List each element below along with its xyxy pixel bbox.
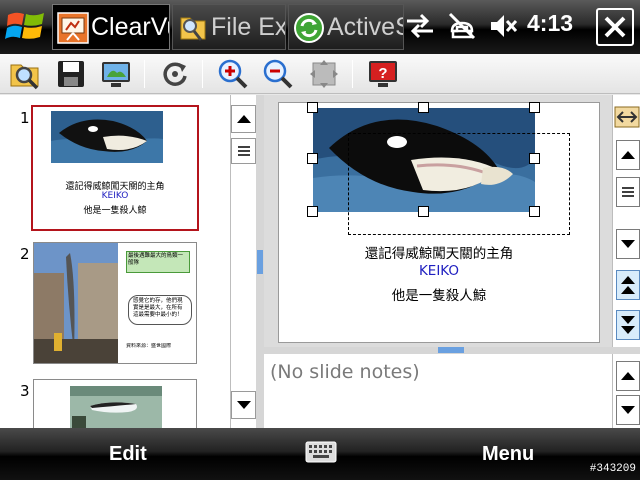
task-tab-label: File Exp <box>211 13 285 41</box>
toolbar-divider <box>352 60 353 88</box>
help-icon[interactable]: ? <box>366 57 400 91</box>
volume-muted-icon[interactable] <box>488 11 518 41</box>
slide-text: KEIKO <box>101 191 129 201</box>
scroll-thumb[interactable] <box>231 138 256 164</box>
resize-handle-n[interactable] <box>418 102 429 113</box>
sync-icon <box>294 13 324 43</box>
slide-thumbnail-1[interactable]: 還記得威鯨闖天關的主角 KEIKO 他是一隻殺人鯨 <box>31 105 199 231</box>
scroll-up-button[interactable] <box>231 105 256 133</box>
scroll-up-button[interactable] <box>616 140 640 170</box>
slide-thumbnail-list[interactable]: 1 還記得威鯨闖天關的主角 KEIKO 他是一隻殺人鯨 2 最後遇難最大的鳥類一… <box>0 95 230 428</box>
slide-speech-bubble: 感覺它的存，他們現實是是最大，在所有這最需要中最小的！ <box>128 295 192 325</box>
previous-slide-button[interactable] <box>616 270 640 300</box>
splitter-grip[interactable] <box>257 250 263 274</box>
task-tab-clearvu[interactable]: ClearVu <box>52 4 170 50</box>
resize-handle-ne[interactable] <box>529 102 540 113</box>
grip-icon <box>622 187 634 197</box>
windows-start-icon[interactable] <box>4 5 48 49</box>
clock[interactable]: 4:13 <box>527 10 573 37</box>
resize-handle-nw[interactable] <box>307 102 318 113</box>
arrow-down-icon <box>621 406 635 414</box>
slide-nav-icon[interactable] <box>614 104 640 130</box>
keyboard-icon[interactable] <box>305 441 337 463</box>
rotate-icon[interactable] <box>158 57 192 91</box>
toolbar: ? <box>0 54 640 94</box>
close-button[interactable] <box>596 8 634 46</box>
slide-list-scrollbar[interactable] <box>230 95 256 428</box>
folder-search-icon <box>180 17 206 41</box>
arrow-down-icon <box>621 240 635 248</box>
slide-number: 1 <box>20 109 30 127</box>
notes-scroll-down-button[interactable] <box>616 395 640 425</box>
task-tab-activesync[interactable]: ActiveS <box>288 4 404 50</box>
slide-title-text: 還記得威鯨闖天關的主角 <box>364 246 514 262</box>
toolbar-divider <box>144 60 145 88</box>
slide-number: 2 <box>20 245 30 263</box>
text-box-outline[interactable] <box>348 133 570 235</box>
scroll-down-button[interactable] <box>616 229 640 259</box>
edit-softkey[interactable]: Edit <box>109 443 147 466</box>
slideshow-icon[interactable] <box>99 57 133 91</box>
slide-notes-text[interactable]: (No slide notes) <box>270 361 420 383</box>
zoom-out-icon[interactable] <box>261 57 295 91</box>
slide-name-text: KEIKO <box>418 263 460 279</box>
slide-text: 他是一隻殺人鯨 <box>83 206 147 216</box>
task-tab-label: ClearVu <box>91 13 169 41</box>
slide-footer-text: 資料來源：盛世國際 <box>126 343 172 349</box>
orca-photo <box>51 111 163 163</box>
slide-thumbnail-2[interactable]: 最後遇難最大的鳥類一般隊 感覺它的存，他們現實是是最大，在所有這最需要中最小的！… <box>33 242 197 364</box>
arrow-up-icon <box>621 372 635 380</box>
arrow-up-icon <box>621 151 635 159</box>
scroll-down-button[interactable] <box>231 391 256 419</box>
fit-icon[interactable] <box>307 57 341 91</box>
slide-caption-text: 他是一隻殺人鯨 <box>391 288 487 304</box>
task-tab-label: ActiveS <box>327 13 404 41</box>
title-bar: ClearVu File Exp ActiveS <box>0 0 640 54</box>
watermark-text: #343209 <box>589 463 636 475</box>
slide-callout-box: 最後遇難最大的鳥類一般隊 <box>126 251 190 273</box>
scroll-thumb[interactable] <box>616 177 640 207</box>
toolbar-divider <box>202 60 203 88</box>
save-icon[interactable] <box>54 57 88 91</box>
data-connection-icon[interactable] <box>405 11 435 41</box>
double-arrow-down-icon <box>621 316 635 334</box>
task-tab-file-explorer[interactable]: File Exp <box>172 4 286 50</box>
presentation-icon <box>57 12 89 44</box>
double-arrow-up-icon <box>621 276 635 294</box>
app-window: ClearVu File Exp ActiveS <box>0 0 640 480</box>
hanging-shark-photo <box>34 243 118 363</box>
grip-icon <box>238 146 250 156</box>
aquarium-photo <box>70 386 162 428</box>
resize-handle-w[interactable] <box>307 153 318 164</box>
arrow-down-icon <box>237 401 251 409</box>
zoom-in-icon[interactable] <box>216 57 250 91</box>
open-icon[interactable] <box>8 57 42 91</box>
phone-off-icon[interactable] <box>447 11 477 41</box>
resize-handle-sw[interactable] <box>307 206 318 217</box>
arrow-up-icon <box>237 115 251 123</box>
notes-scroll-up-button[interactable] <box>616 361 640 391</box>
svg-text:?: ? <box>378 65 387 82</box>
notes-splitter-grip[interactable] <box>438 347 464 353</box>
slide-thumbnail-3[interactable] <box>33 379 197 428</box>
menu-softkey[interactable]: Menu <box>482 443 534 466</box>
next-slide-button[interactable] <box>616 310 640 340</box>
slide-number: 3 <box>20 382 30 400</box>
